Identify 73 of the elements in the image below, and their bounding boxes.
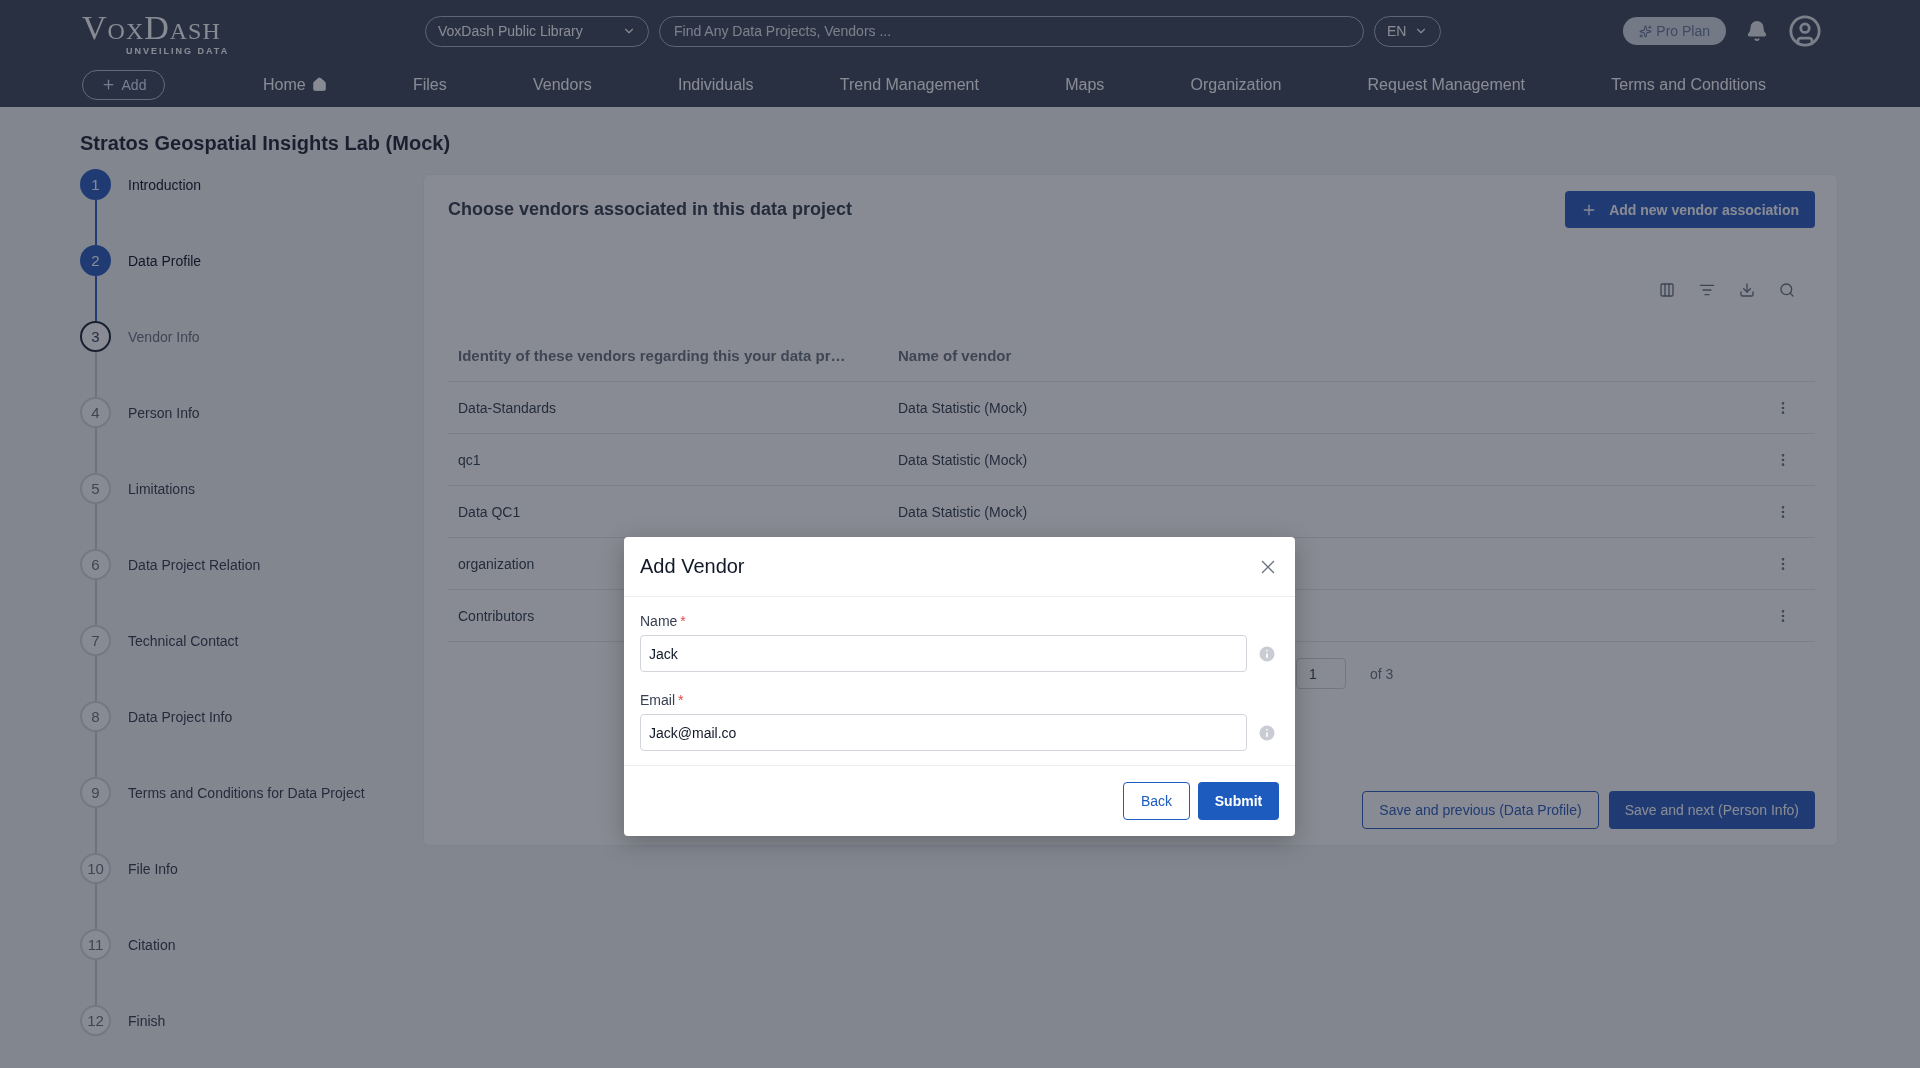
download-icon[interactable] [1739,282,1755,298]
text-field[interactable]: Jack [640,635,1247,672]
info-icon[interactable] [1257,643,1277,664]
nav-link[interactable]: Home [263,75,327,94]
field-label: Name [640,613,678,629]
home-icon [311,77,327,92]
column-header[interactable]: Identity of these vendors regarding this your data pr… [458,347,846,364]
bell-icon[interactable] [1746,20,1768,42]
step-number[interactable]: 3 [80,321,111,352]
page-count: of 3 [1370,665,1394,682]
step-label[interactable]: Limitations [128,480,195,497]
step-label[interactable]: Terms and Conditions for Data Project [128,784,365,801]
step-label[interactable]: Data Project Relation [128,556,261,573]
step-number[interactable]: 12 [80,1005,111,1036]
table-cell: Data Statistic (Mock) [898,451,1028,468]
avatar-icon[interactable] [1788,14,1822,48]
logo-tagline: UNVEILING DATA [126,46,230,56]
dialog-title: Add Vendor [640,555,745,578]
search-field[interactable]: Find Any Data Projects, Vendors ... [659,15,1364,47]
nav-link[interactable]: Request Management [1367,75,1525,94]
nav-link[interactable]: Terms and Conditions [1611,75,1766,94]
step-label[interactable]: Technical Contact [128,632,239,649]
text-field[interactable]: Jack@mail.co [640,714,1247,751]
nav-link[interactable]: Trend Management [839,75,979,94]
page-title: Stratos Geospatial Insights Lab (Mock) [80,131,451,155]
step-label[interactable]: Vendor Info [128,328,200,345]
step-number[interactable]: 11 [80,929,111,960]
step-number[interactable]: 10 [80,853,111,884]
step-label[interactable]: Data Project Info [128,708,233,725]
step-label[interactable]: Introduction [128,176,202,193]
save-next-button[interactable]: Save and next (Person Info) [1608,791,1815,829]
step-label[interactable]: Data Profile [128,252,202,269]
step-label[interactable]: File Info [128,860,178,877]
section-heading: Choose vendors associated in this data project [448,199,853,220]
info-icon[interactable] [1257,722,1277,743]
save-previous-button[interactable]: Save and previous (Data Profile) [1362,791,1599,829]
required-asterisk: * [678,692,684,708]
required-asterisk: * [680,613,686,629]
table-cell: Contributors [458,607,535,624]
step-number[interactable]: 2 [80,245,111,276]
step-number[interactable]: 8 [80,701,111,732]
page-number-field[interactable]: 1 [1296,658,1346,689]
search-icon[interactable] [1779,282,1795,298]
nav-link[interactable]: Maps [1065,75,1105,94]
nav-link[interactable]: Vendors [533,75,592,94]
step-label[interactable]: Finish [128,1012,166,1029]
nav-link[interactable]: Files [412,75,447,94]
filter-icon[interactable] [1699,282,1715,298]
back-button[interactable]: Back [1123,782,1190,820]
field-label: Email [640,692,675,708]
column-header[interactable]: Name of vendor [898,347,1012,364]
logo: VoxDash [82,10,221,46]
step-number[interactable]: 1 [80,169,111,200]
nav-link[interactable]: Individuals [678,75,754,94]
table-cell: qc1 [458,451,481,468]
columns-icon[interactable] [1659,282,1675,298]
plus-icon [100,77,116,92]
nav-link[interactable]: Organization [1190,75,1282,94]
step-number[interactable]: 4 [80,397,111,428]
table-cell: Data Statistic (Mock) [898,399,1028,416]
table-cell: Data QC1 [458,503,521,520]
step-number[interactable]: 5 [80,473,111,504]
table-cell: Data-Standards [458,399,557,416]
step-label[interactable]: Citation [128,936,176,953]
table-cell: Data Statistic (Mock) [898,503,1028,520]
table-cell: organization [458,555,535,572]
submit-button[interactable]: Submit [1198,782,1279,820]
add-vendor-association-button[interactable]: Add new vendor association [1565,191,1815,228]
step-number[interactable]: 6 [80,549,111,580]
step-number[interactable]: 9 [80,777,111,808]
step-number[interactable]: 7 [80,625,111,656]
step-label[interactable]: Person Info [128,404,200,421]
sparkle-icon [1639,24,1653,38]
